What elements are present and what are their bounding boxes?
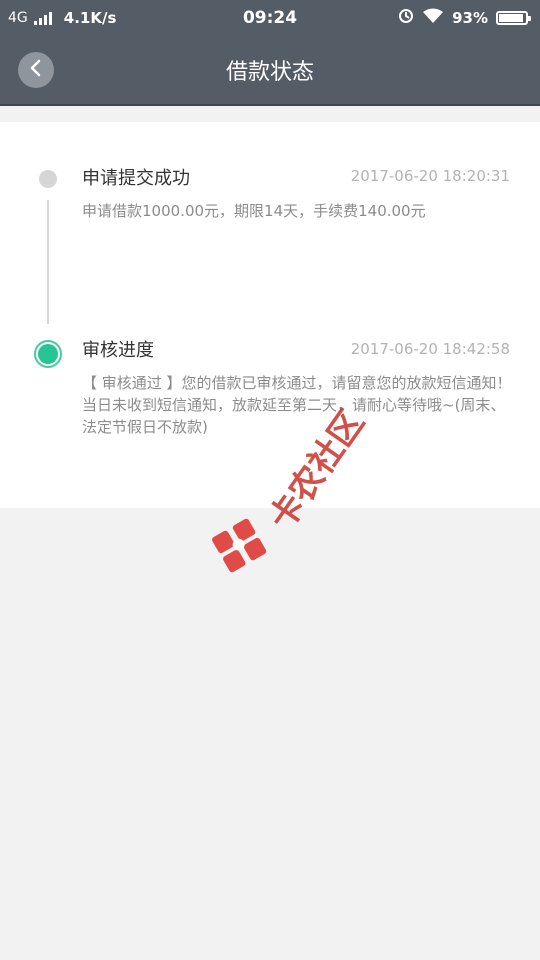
step-title: 审核进度 bbox=[82, 340, 154, 361]
header-divider bbox=[0, 104, 540, 106]
alarm-icon bbox=[398, 8, 414, 28]
step-title: 申请提交成功 bbox=[82, 168, 190, 189]
timeline-connector bbox=[47, 200, 49, 324]
step-time: 2017-06-20 18:42:58 bbox=[350, 340, 510, 358]
step-current-indicator bbox=[38, 344, 58, 364]
watermark-logo-icon bbox=[212, 518, 267, 573]
step-done-indicator bbox=[39, 170, 57, 188]
page-title: 借款状态 bbox=[225, 60, 314, 85]
battery-percent: 93% bbox=[452, 9, 488, 27]
step-description: 申请借款1000.00元，期限14天，手续费140.00元 bbox=[82, 202, 426, 220]
status-right: 93% bbox=[398, 8, 531, 28]
battery-icon bbox=[496, 11, 531, 25]
app-header: 借款状态 bbox=[0, 36, 540, 104]
step-description: 【 审核通过 】您的借款已审核通过，请留意您的放款短信通知！当日未收到短信通知，… bbox=[82, 374, 512, 436]
step-time: 2017-06-20 18:20:31 bbox=[350, 167, 510, 185]
wifi-icon bbox=[422, 8, 444, 28]
status-bar: 4G 4.1K/s 09:24 93% bbox=[0, 0, 540, 36]
